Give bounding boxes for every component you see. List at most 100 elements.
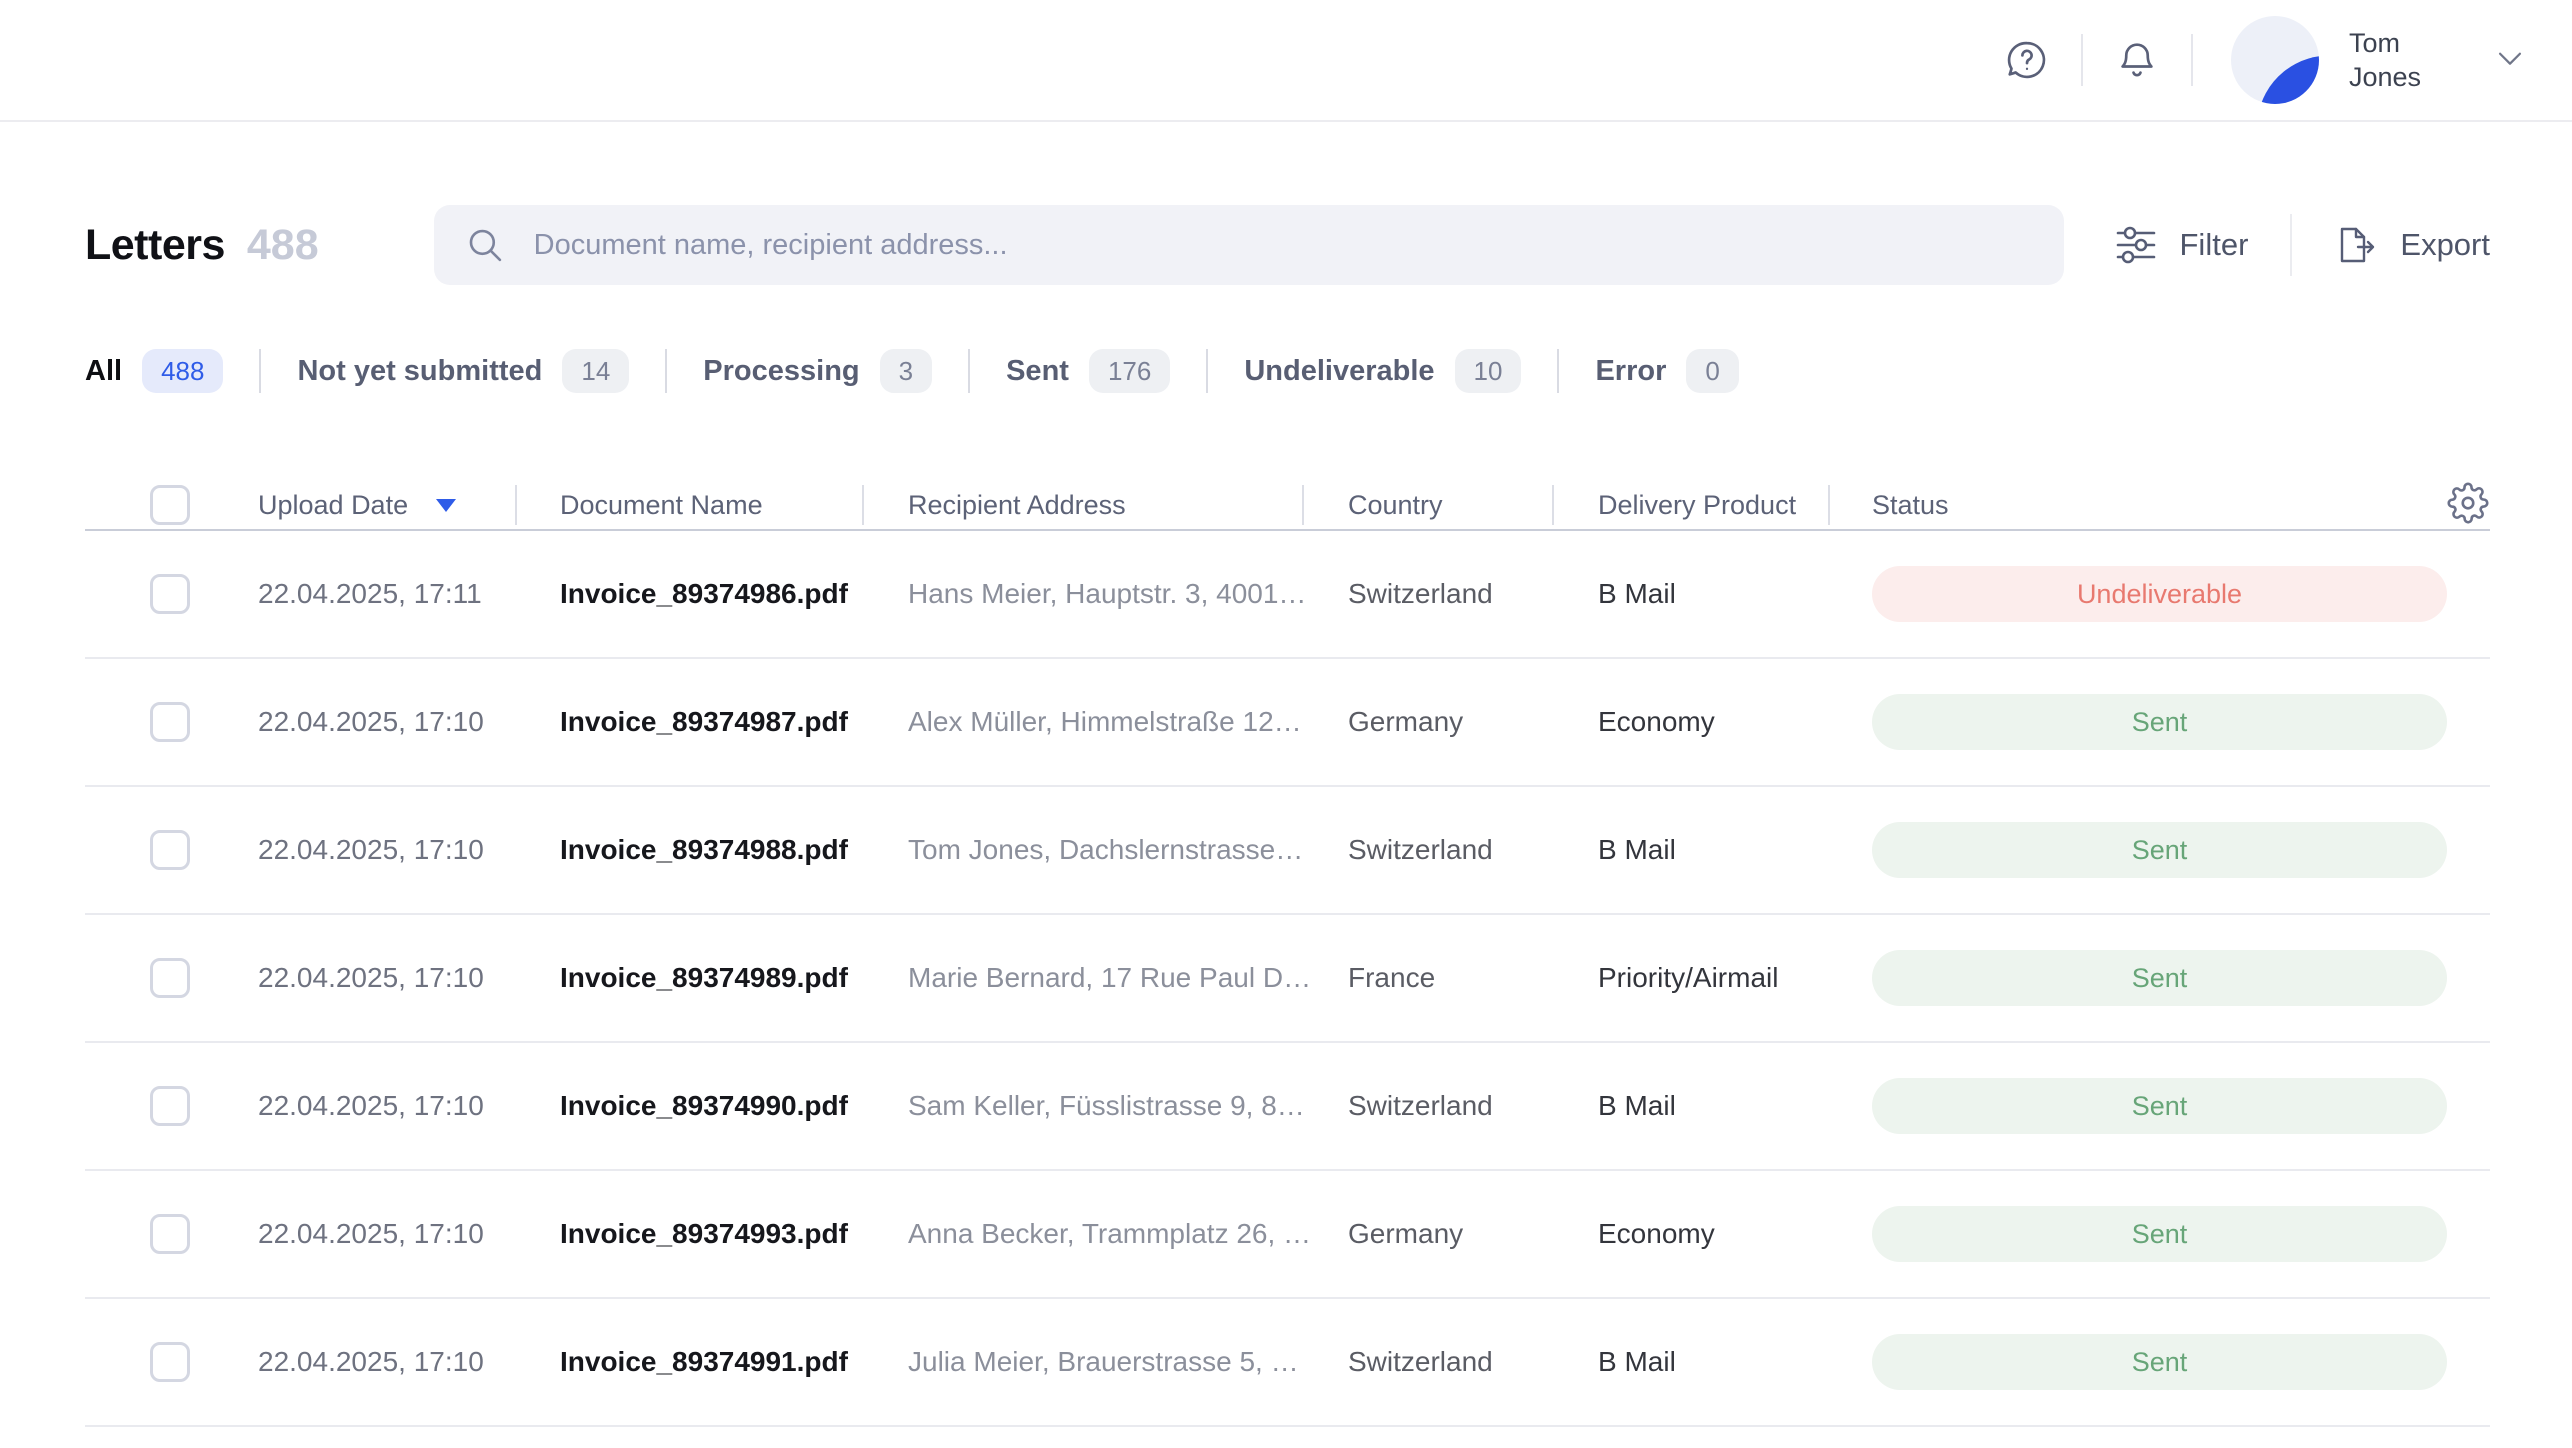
toolbar-actions: Filter Export <box>2114 214 2491 276</box>
tab-count-badge: 488 <box>142 349 223 393</box>
cell-country: Germany <box>1348 1218 1598 1250</box>
table-row[interactable]: 22.04.2025, 17:10 Invoice_89374993.pdf A… <box>85 1171 2490 1299</box>
search-icon <box>464 224 506 266</box>
status-badge: Sent <box>1872 1334 2447 1390</box>
cell-upload-date: 22.04.2025, 17:10 <box>258 834 560 866</box>
topbar: Tom Jones <box>0 0 2572 122</box>
cell-upload-date: 22.04.2025, 17:10 <box>258 962 560 994</box>
row-checkbox[interactable] <box>150 1214 190 1254</box>
cell-recipient: Alex Müller, Himmelstraße 12… <box>908 706 1348 738</box>
actions-divider <box>2290 214 2292 276</box>
page-count: 488 <box>247 221 319 270</box>
sort-desc-icon[interactable] <box>436 499 456 512</box>
cell-upload-date: 22.04.2025, 17:11 <box>258 578 560 610</box>
tab-count-badge: 3 <box>880 349 932 393</box>
cell-document-name: Invoice_89374987.pdf <box>560 706 908 738</box>
tab-divider <box>1206 349 1208 393</box>
column-header-recipient[interactable]: Recipient Address <box>908 490 1348 521</box>
column-divider <box>1302 485 1304 525</box>
toolbar: Letters 488 Filter <box>85 205 2490 285</box>
row-checkbox[interactable] <box>150 958 190 998</box>
tab-all[interactable]: All 488 <box>85 349 223 393</box>
tab-count-badge: 0 <box>1686 349 1738 393</box>
tab-undeliverable[interactable]: Undeliverable 10 <box>1244 349 1521 393</box>
help-button[interactable] <box>2001 34 2053 86</box>
cell-upload-date: 22.04.2025, 17:10 <box>258 1090 560 1122</box>
cell-upload-date: 22.04.2025, 17:10 <box>258 1218 560 1250</box>
search-box[interactable] <box>434 205 2064 285</box>
column-header-country[interactable]: Country <box>1348 490 1598 521</box>
cell-delivery-product: B Mail <box>1598 1090 1872 1122</box>
cell-country: Switzerland <box>1348 1090 1598 1122</box>
tab-count-badge: 14 <box>562 349 629 393</box>
row-checkbox[interactable] <box>150 1086 190 1126</box>
cell-delivery-product: B Mail <box>1598 1346 1872 1378</box>
table-row[interactable]: 22.04.2025, 17:10 Invoice_89374991.pdf J… <box>85 1299 2490 1427</box>
status-badge: Sent <box>1872 950 2447 1006</box>
column-header-document-name[interactable]: Document Name <box>560 490 908 521</box>
export-label: Export <box>2400 227 2490 263</box>
cell-recipient: Anna Becker, Trammplatz 26, … <box>908 1218 1348 1250</box>
cell-document-name: Invoice_89374990.pdf <box>560 1090 908 1122</box>
status-badge: Sent <box>1872 1206 2447 1262</box>
tab-divider <box>259 349 261 393</box>
column-header-delivery-product[interactable]: Delivery Product <box>1598 490 1872 521</box>
cell-upload-date: 22.04.2025, 17:10 <box>258 706 560 738</box>
topbar-divider <box>2081 34 2083 86</box>
avatar-wedge <box>2257 48 2319 104</box>
user-name: Tom Jones <box>2349 26 2421 94</box>
chevron-down-icon <box>2493 41 2527 75</box>
table-row[interactable]: 22.04.2025, 17:10 Invoice_89374990.pdf S… <box>85 1043 2490 1171</box>
tab-divider <box>968 349 970 393</box>
help-icon <box>2004 37 2050 83</box>
row-checkbox[interactable] <box>150 1342 190 1382</box>
column-divider <box>1552 485 1554 525</box>
tab-error[interactable]: Error 0 <box>1595 349 1738 393</box>
cell-country: Switzerland <box>1348 578 1598 610</box>
row-checkbox[interactable] <box>150 702 190 742</box>
filter-label: Filter <box>2180 227 2249 263</box>
cell-recipient: Tom Jones, Dachslernstrasse… <box>908 834 1348 866</box>
cell-recipient: Hans Meier, Hauptstr. 3, 4001… <box>908 578 1348 610</box>
column-divider <box>862 485 864 525</box>
column-divider <box>1828 485 1830 525</box>
table-settings-button[interactable] <box>2447 482 2489 529</box>
cell-country: Germany <box>1348 706 1598 738</box>
row-checkbox[interactable] <box>150 574 190 614</box>
table-row[interactable]: 22.04.2025, 17:10 Invoice_89374989.pdf M… <box>85 915 2490 1043</box>
row-checkbox[interactable] <box>150 830 190 870</box>
cell-document-name: Invoice_89374988.pdf <box>560 834 908 866</box>
table-row[interactable]: 22.04.2025, 17:10 Invoice_89374988.pdf T… <box>85 787 2490 915</box>
tab-divider <box>1557 349 1559 393</box>
topbar-divider <box>2191 34 2193 86</box>
gear-icon <box>2447 482 2489 524</box>
page-title: Letters <box>85 221 225 270</box>
letters-table: Upload Date Document Name Recipient Addr… <box>85 481 2490 1427</box>
column-header-status[interactable]: Status <box>1872 490 2447 521</box>
export-icon <box>2334 223 2378 267</box>
user-menu-button[interactable] <box>2493 41 2527 80</box>
cell-document-name: Invoice_89374986.pdf <box>560 578 908 610</box>
status-badge: Sent <box>1872 694 2447 750</box>
tab-sent[interactable]: Sent 176 <box>1006 349 1170 393</box>
status-badge: Sent <box>1872 1078 2447 1134</box>
tab-count-badge: 10 <box>1455 349 1522 393</box>
cell-document-name: Invoice_89374989.pdf <box>560 962 908 994</box>
table-header: Upload Date Document Name Recipient Addr… <box>85 481 2490 531</box>
cell-recipient: Marie Bernard, 17 Rue Paul D… <box>908 962 1348 994</box>
table-row[interactable]: 22.04.2025, 17:11 Invoice_89374986.pdf H… <box>85 531 2490 659</box>
notifications-button[interactable] <box>2111 34 2163 86</box>
cell-country: Switzerland <box>1348 1346 1598 1378</box>
cell-delivery-product: B Mail <box>1598 834 1872 866</box>
cell-country: France <box>1348 962 1598 994</box>
filter-button[interactable]: Filter <box>2114 223 2249 267</box>
export-button[interactable]: Export <box>2334 223 2490 267</box>
select-all-checkbox[interactable] <box>150 485 190 525</box>
tab-not-yet-submitted[interactable]: Not yet submitted 14 <box>297 349 629 393</box>
cell-delivery-product: B Mail <box>1598 578 1872 610</box>
search-input[interactable] <box>534 229 2034 262</box>
tab-processing[interactable]: Processing 3 <box>703 349 932 393</box>
cell-delivery-product: Economy <box>1598 706 1872 738</box>
table-row[interactable]: 22.04.2025, 17:10 Invoice_89374987.pdf A… <box>85 659 2490 787</box>
avatar[interactable] <box>2231 16 2319 104</box>
